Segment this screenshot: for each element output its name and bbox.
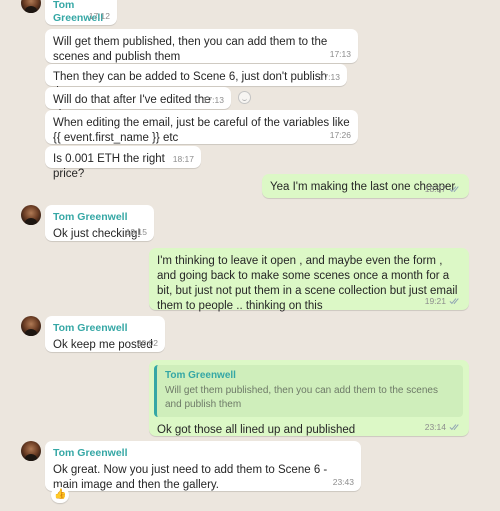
message-time: 18:17 bbox=[172, 154, 194, 164]
message-bubble-incoming[interactable]: Tom Greenwell cool 17:12 bbox=[45, 0, 117, 41]
message-time: 17:13 bbox=[329, 49, 351, 59]
sender-name: Tom Greenwell bbox=[53, 322, 128, 334]
message-text: Ok got those all lined up and published bbox=[157, 424, 356, 436]
read-checkmarks-icon bbox=[449, 298, 459, 305]
message-text: When editing the email, just be careful … bbox=[53, 117, 350, 144]
message-bubble-incoming[interactable]: Then they can be added to Scene 6, just … bbox=[45, 64, 347, 98]
message-text: Will get them published, then you can ad… bbox=[53, 36, 328, 63]
message-bubble-outgoing[interactable]: Tom Greenwell Will get them published, t… bbox=[149, 360, 469, 436]
chat-message-list[interactable]: Tom Greenwell cool 17:12 Will get them p… bbox=[0, 0, 500, 511]
message-time: 23:43 bbox=[332, 477, 354, 487]
message-bubble-incoming[interactable]: Is 0.001 ETH the right price? 18:17 bbox=[45, 146, 201, 180]
sender-name: Tom Greenwell bbox=[53, 447, 128, 459]
message-bubble-incoming[interactable]: Tom Greenwell Ok just checking! 19:15 bbox=[45, 205, 154, 241]
contact-avatar[interactable] bbox=[21, 441, 41, 461]
contact-avatar[interactable] bbox=[21, 0, 41, 13]
contact-avatar[interactable] bbox=[21, 205, 41, 225]
message-time: 19:15 bbox=[125, 227, 147, 237]
contact-avatar[interactable] bbox=[21, 316, 41, 336]
message-time: 17:13 bbox=[318, 72, 340, 82]
message-bubble-outgoing[interactable]: Yea I'm making the last one cheaper 18:3… bbox=[262, 174, 469, 198]
message-bubble-incoming[interactable]: Tom Greenwell Ok great. Now you just nee… bbox=[45, 441, 361, 491]
add-reaction-icon[interactable] bbox=[238, 91, 251, 104]
message-time: 20:02 bbox=[136, 338, 158, 348]
thumbs-up-reaction[interactable]: 👍 bbox=[51, 487, 70, 503]
quoted-message-text: Will get them published, then you can ad… bbox=[165, 385, 438, 410]
message-bubble-incoming[interactable]: Will get them published, then you can ad… bbox=[45, 29, 358, 63]
message-time: 19:21 bbox=[425, 296, 462, 306]
read-checkmarks-icon bbox=[449, 424, 459, 431]
read-checkmarks-icon bbox=[449, 186, 459, 193]
message-text: I'm thinking to leave it open , and mayb… bbox=[157, 255, 458, 312]
message-text: Ok great. Now you just need to add them … bbox=[53, 464, 328, 491]
message-bubble-incoming[interactable]: When editing the email, just be careful … bbox=[45, 110, 358, 144]
message-time: 23:14 bbox=[425, 422, 462, 432]
quoted-sender-name: Tom Greenwell bbox=[165, 370, 236, 381]
quoted-message[interactable]: Tom Greenwell Will get them published, t… bbox=[154, 365, 463, 417]
message-bubble-incoming[interactable]: Tom Greenwell Ok keep me posted 20:02 bbox=[45, 316, 165, 352]
message-bubble-outgoing[interactable]: I'm thinking to leave it open , and mayb… bbox=[149, 248, 469, 312]
message-time: 18:37 bbox=[425, 184, 462, 194]
message-time: 17:26 bbox=[329, 130, 351, 140]
message-time: 17:13 bbox=[202, 95, 224, 105]
message-bubble-incoming[interactable]: Will do that after I've edited the site … bbox=[45, 87, 231, 121]
sender-name: Tom Greenwell bbox=[53, 211, 128, 223]
message-time: 17:12 bbox=[88, 11, 110, 21]
